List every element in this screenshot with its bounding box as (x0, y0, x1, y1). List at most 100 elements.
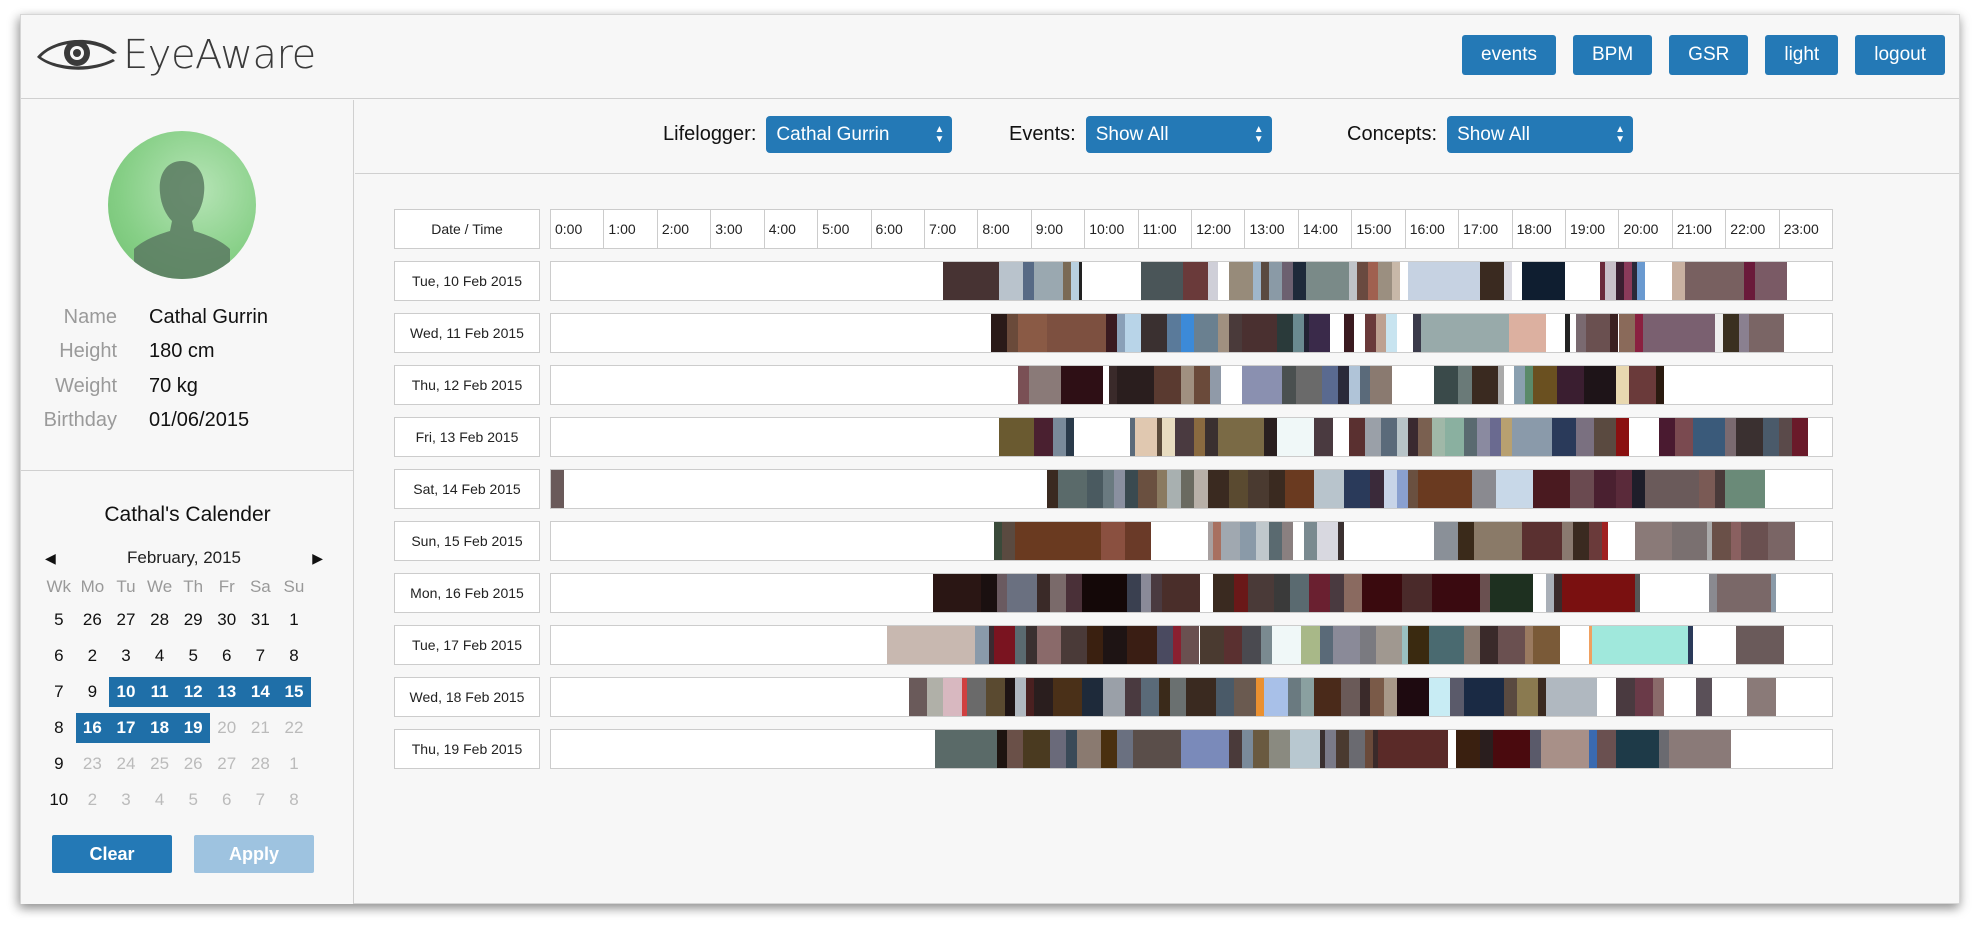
lifelogger-select[interactable]: Cathal Gurrin ▲ ▼ (766, 116, 953, 153)
activity-segment[interactable] (1290, 730, 1320, 768)
activity-segment[interactable] (1509, 314, 1547, 352)
activity-segment[interactable] (1066, 730, 1077, 768)
activity-segment[interactable] (1295, 366, 1323, 404)
activity-segment[interactable] (1498, 366, 1504, 404)
activity-segment[interactable] (1634, 678, 1654, 716)
calendar-day[interactable]: 10 (109, 677, 143, 707)
activity-segment[interactable] (1324, 730, 1336, 768)
activity-segment[interactable] (1471, 366, 1499, 404)
activity-segment[interactable] (1517, 678, 1539, 716)
activity-segment[interactable] (1562, 522, 1574, 560)
logo[interactable]: EyeAware (33, 29, 316, 81)
nav-gsr-button[interactable]: GSR (1669, 35, 1749, 75)
activity-segment[interactable] (1477, 418, 1491, 456)
day-label[interactable]: Mon, 16 Feb 2015 (394, 573, 540, 613)
activity-segment[interactable] (1212, 522, 1221, 560)
activity-segment[interactable] (1434, 366, 1459, 404)
activity-segment[interactable] (1778, 418, 1792, 456)
activity-segment[interactable] (1695, 678, 1712, 716)
activity-segment[interactable] (1711, 522, 1731, 560)
activity-segment[interactable] (1071, 262, 1080, 300)
activity-segment[interactable] (1629, 366, 1656, 404)
activity-segment[interactable] (1194, 418, 1205, 456)
activity-segment[interactable] (1687, 626, 1694, 664)
activity-segment[interactable] (1242, 314, 1277, 352)
activity-segment[interactable] (1450, 678, 1464, 716)
calendar-day[interactable]: 4 (143, 641, 177, 671)
activity-segment[interactable] (1287, 678, 1301, 716)
activity-segment[interactable] (1199, 626, 1224, 664)
calendar-day[interactable]: 28 (143, 605, 177, 635)
activity-segment[interactable] (1770, 574, 1776, 612)
activity-segment[interactable] (1052, 678, 1083, 716)
activity-segment[interactable] (1282, 366, 1296, 404)
day-label[interactable]: Sat, 14 Feb 2015 (394, 469, 540, 509)
activity-segment[interactable] (1343, 470, 1371, 508)
activity-segment[interactable] (1396, 418, 1408, 456)
activity-segment[interactable] (1533, 470, 1571, 508)
activity-segment[interactable] (1338, 366, 1349, 404)
activity-segment[interactable] (1658, 418, 1675, 456)
activity-segment[interactable] (1276, 314, 1293, 352)
activity-segment[interactable] (1159, 678, 1171, 716)
activity-segment[interactable] (1100, 522, 1125, 560)
activity-segment[interactable] (1151, 574, 1163, 612)
activity-segment[interactable] (999, 262, 1024, 300)
calendar-day[interactable]: 19 (176, 713, 210, 743)
calendar-day[interactable]: 29 (176, 605, 210, 635)
activity-segment[interactable] (1714, 314, 1723, 352)
activity-segment[interactable] (1260, 626, 1272, 664)
activity-segment[interactable] (1591, 626, 1688, 664)
activity-segment[interactable] (1180, 314, 1195, 352)
activity-segment[interactable] (1429, 678, 1451, 716)
activity-segment[interactable] (1364, 314, 1376, 352)
activity-segment[interactable] (1767, 522, 1795, 560)
activity-segment[interactable] (1421, 314, 1510, 352)
activity-segment[interactable] (1194, 366, 1211, 404)
activity-segment[interactable] (1698, 470, 1715, 508)
activity-segment[interactable] (1234, 574, 1248, 612)
activity-segment[interactable] (1242, 366, 1283, 404)
calendar-day[interactable]: 6 (210, 641, 244, 671)
calendar-day[interactable]: 3 (109, 641, 143, 671)
activity-segment[interactable] (1268, 522, 1283, 560)
activity-segment[interactable] (1018, 314, 1048, 352)
calendar-day[interactable]: 12 (176, 677, 210, 707)
activity-segment[interactable] (1274, 574, 1291, 612)
activity-segment[interactable] (1396, 678, 1429, 716)
activity-segment[interactable] (1007, 730, 1024, 768)
activity-segment[interactable] (1725, 470, 1766, 508)
activity-segment[interactable] (1503, 262, 1512, 300)
activity-segment[interactable] (1207, 470, 1229, 508)
activity-segment[interactable] (1554, 574, 1563, 612)
activity-segment[interactable] (1575, 418, 1595, 456)
activity-segment[interactable] (1228, 314, 1243, 352)
activity-segment[interactable] (1730, 522, 1742, 560)
day-label[interactable]: Thu, 12 Feb 2015 (394, 365, 540, 405)
activity-segment[interactable] (1052, 418, 1067, 456)
calendar-day[interactable]: 23 (76, 749, 110, 779)
activity-segment[interactable] (1252, 730, 1269, 768)
activity-segment[interactable] (1319, 626, 1333, 664)
activity-segment[interactable] (1314, 678, 1341, 716)
day-label[interactable]: Sun, 15 Feb 2015 (394, 521, 540, 561)
activity-segment[interactable] (1076, 730, 1101, 768)
activity-segment[interactable] (1204, 418, 1219, 456)
activity-segment[interactable] (1335, 730, 1349, 768)
activity-segment[interactable] (1533, 626, 1560, 664)
activity-segment[interactable] (1458, 522, 1475, 560)
activity-segment[interactable] (1308, 574, 1331, 612)
day-label[interactable]: Tue, 17 Feb 2015 (394, 625, 540, 665)
activity-segment[interactable] (1060, 366, 1104, 404)
activity-segment[interactable] (1210, 366, 1221, 404)
activity-segment[interactable] (1709, 574, 1718, 612)
calendar-day[interactable]: 14 (243, 677, 278, 707)
activity-segment[interactable] (1356, 262, 1368, 300)
activity-segment[interactable] (1629, 418, 1659, 456)
activity-segment[interactable] (1717, 574, 1771, 612)
activity-segment[interactable] (1589, 522, 1603, 560)
day-label[interactable]: Tue, 10 Feb 2015 (394, 261, 540, 301)
clear-button[interactable]: Clear (52, 835, 172, 873)
activity-segment[interactable] (1533, 574, 1547, 612)
activity-segment[interactable] (1754, 262, 1787, 300)
